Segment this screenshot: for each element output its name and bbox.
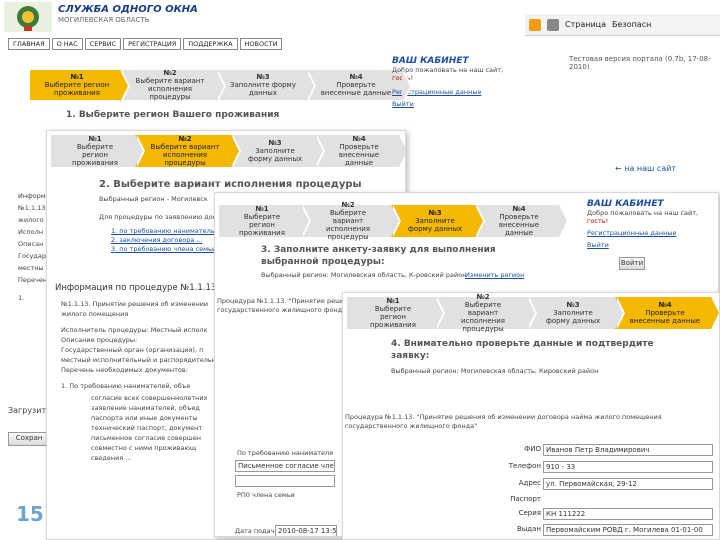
date-field[interactable]: 2010-08-17 13:51 [275, 525, 337, 536]
cabinet3-welcome: Добро пожаловать на наш сайт, [587, 209, 699, 217]
step-bar-2: №1 Выберите регион проживания №2 Выберите … [51, 135, 405, 167]
list-item: совместно с ними проживающ [91, 444, 197, 452]
step-bar-3: №1 Выберите регион проживания №2 Выберите … [219, 201, 569, 241]
step-bar-1: №1 Выберите регион проживания №2 Выберите … [30, 69, 412, 102]
row-value-address: ул. Первомайская, 29-12 [543, 478, 713, 490]
nav-item-news[interactable]: НОВОСТИ [239, 38, 283, 50]
panel3-selected-region: Выбранный регион: Могилевская область, К… [261, 271, 467, 279]
row-label-issued: Выдан [516, 525, 541, 533]
consent-field[interactable]: Письменное согласие член [235, 460, 335, 472]
print-icon[interactable] [547, 18, 559, 31]
site-subtitle: МОГИЛЕВСКАЯ ОБЛАСТЬ [58, 16, 150, 24]
change-region-link[interactable]: Изменить регион [465, 271, 524, 279]
step-1[interactable]: №1 Выберите регион проживания [30, 70, 130, 102]
step4-bar-step-4[interactable]: №4 Проверьте внесенные данные [615, 297, 719, 329]
rss-icon[interactable] [529, 18, 541, 31]
step2-bar-step-1[interactable]: №1 Выберите регион проживания [51, 135, 145, 167]
cabinet3-user: гость! [587, 217, 609, 225]
nav-item-about[interactable]: О НАС [51, 38, 83, 50]
cabinet-back-link[interactable]: ← на наш сайт [615, 164, 676, 173]
option-link-1[interactable]: 1. по требованию наниматель [111, 227, 215, 235]
list-item: согласие всех совершеннолетних [91, 394, 208, 402]
step3-bar-step-4[interactable]: №4 Проверьте внесенные данные [475, 205, 569, 237]
cabinet3-register-link[interactable]: Регистрационные данные [587, 229, 717, 237]
panel3-heading-line2: выбранной процедуры: [261, 257, 385, 267]
panel2-heading: 2. Выберите вариант исполнения процедуры [99, 179, 362, 190]
info-block: №1.1.13. Принятие решения об изменении ж… [61, 300, 217, 390]
sub-items: согласие всех совершеннолетних заявление… [91, 393, 207, 463]
save-button[interactable]: Сохран [8, 432, 50, 446]
step2-bar-step-4[interactable]: №4 Проверьте внесенные данные [315, 135, 405, 167]
step-2[interactable]: №2 Выберите вариант исполнения процедуры [120, 69, 226, 102]
panel1-heading: 1. Выберите регион Вашего проживания [66, 110, 280, 120]
panel-step4: №1 Выберите регион проживания №2 Выберите … [342, 292, 720, 540]
panel2-selected-region: Выбранный регион - Могилевск [99, 195, 208, 203]
row-label-fio: ФИО [524, 445, 541, 453]
security-menu[interactable]: Безопасн [612, 20, 651, 29]
row-label-passport: Паспорт [510, 495, 541, 503]
list-item: паспорта или иные документы [91, 414, 198, 422]
cabinet-box-3: ВАШ КАБИНЕТ Добро пожаловать на наш сайт… [587, 199, 717, 249]
panel3-procedure-title2: государственного жилищного фонда" [217, 306, 350, 314]
rp-label: РП0 члена семьи [237, 491, 295, 499]
step-3[interactable]: №3 Заполните форму данных [216, 70, 316, 102]
step4-bar-step-2[interactable]: №2 Выберите вариант исполнения процедуры [435, 293, 537, 333]
step2-bar-step-3[interactable]: №3 Заполните форму данных [231, 135, 325, 167]
nav-item-registration[interactable]: РЕГИСТРАЦИЯ [123, 38, 182, 50]
list-item: технический паспорт, документ [91, 424, 203, 432]
cabinet3-logout-link[interactable]: Выйти [587, 241, 717, 249]
nav-item-service[interactable]: СЕРВИС [84, 38, 122, 50]
step-4[interactable]: №4 Проверьте внесенные данные [306, 70, 412, 102]
option-link-3[interactable]: 3. по требованию члена семьи [111, 245, 216, 253]
panel4-procedure: Процедура №1.1.13. "Принятие решения об … [345, 413, 662, 421]
page-menu[interactable]: Страница [565, 20, 606, 29]
date-label: Дата подачи [235, 527, 279, 535]
list-item: письменное согласие совершен [91, 434, 201, 442]
step3-bar-step-2[interactable]: №2 Выберите вариант исполнения процедуры [301, 201, 401, 241]
row-label-series: Серия [518, 509, 541, 517]
upload-label: Загрузить [8, 406, 51, 415]
row-label-address: Адрес [518, 479, 541, 487]
row-value-issued: Первомайским РОВД г. Могилева 01-01-00 [543, 524, 713, 536]
row-label-phone: Телефон [508, 462, 541, 470]
main-nav: ГЛАВНАЯ О НАС СЕРВИС РЕГИСТРАЦИЯ ПОДДЕРЖ… [8, 38, 283, 50]
info-heading: Информация по процедуре №1.1.13 [55, 283, 217, 293]
consent-field-2[interactable] [235, 475, 335, 487]
list-item: заявление нанимателей, объед [91, 404, 200, 412]
step4-bar-step-1[interactable]: №1 Выберите регион проживания [347, 297, 445, 329]
nav-item-support[interactable]: ПОДДЕРЖКА [183, 38, 238, 50]
step2-bar-step-2[interactable]: №2 Выберите вариант исполнения процедуры [135, 135, 241, 167]
row-value-series: КН 111222 [543, 508, 713, 520]
panel4-heading-line2: заявку: [391, 351, 430, 361]
request-label: По требованию нанимателя [237, 449, 334, 457]
cabinet3-title: ВАШ КАБИНЕТ [587, 199, 664, 209]
list-item: сведения ... [91, 454, 132, 462]
panel4-region: Выбранный регион: Могилевская область, К… [391, 367, 599, 375]
panel3-heading-line1: 3. Заполните анкету-заявку для выполнени… [261, 245, 496, 255]
step3-bar-step-1[interactable]: №1 Выберите регион проживания [219, 205, 311, 237]
step3-bar-step-3[interactable]: №3 Заполните форму данных [391, 205, 485, 237]
version-line: Тестовая версия портала (0.7b, 17-08-201… [569, 55, 711, 71]
option-link-2[interactable]: 2. заключения договора ... [111, 236, 203, 244]
browser-toolbar: Страница Безопасн [525, 14, 720, 36]
panel2-for-procedure: Для процедуры по заявлению достав [99, 213, 228, 221]
site-title: СЛУЖБА ОДНОГО ОКНА [58, 4, 198, 15]
step-bar-4: №1 Выберите регион проживания №2 Выберите … [347, 293, 719, 333]
row-value-fio: Иванов Петр Владимирович [543, 444, 713, 456]
step4-bar-step-3[interactable]: №3 Заполните форму данных [527, 297, 625, 329]
panel4-heading-line1: 4. Внимательно проверьте данные и подтве… [391, 339, 654, 349]
login-button[interactable]: Войти [619, 257, 645, 270]
cabinet-title: ВАШ КАБИНЕТ [392, 56, 469, 66]
panel4-procedure2: государственного жилищного фонда" [345, 422, 478, 430]
emblem-logo [4, 2, 52, 32]
slide-number: 15 [16, 502, 44, 526]
row-value-phone: 910 - 33 [543, 461, 713, 473]
nav-item-home[interactable]: ГЛАВНАЯ [8, 38, 50, 50]
panel2-left-column: Информ №1.1.13 жилого Исполн Описан Госу… [18, 192, 48, 302]
